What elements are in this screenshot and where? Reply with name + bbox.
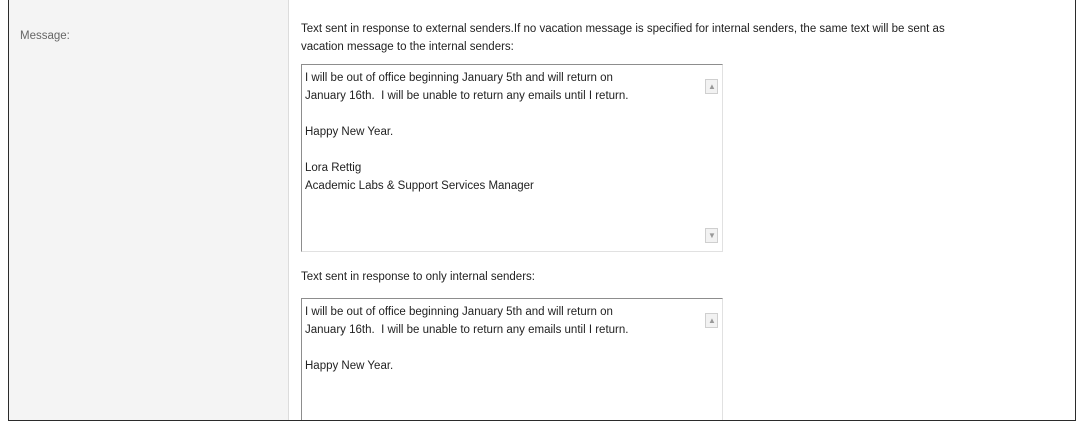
message-label: Message:	[20, 30, 70, 42]
internal-senders-description: Text sent in response to only internal s…	[301, 271, 535, 283]
external-description-line1: Text sent in response to external sender…	[301, 23, 945, 35]
message-content-column: Text sent in response to external sender…	[297, 0, 1075, 420]
internal-message-textarea[interactable]: I will be out of office beginning Januar…	[301, 298, 723, 420]
external-scroll-down-button[interactable]: ▼	[705, 228, 718, 243]
external-description-line2: vacation message to the internal senders…	[301, 41, 514, 53]
scroll-down-arrow-icon: ▼	[708, 231, 716, 240]
external-message-textarea[interactable]: I will be out of office beginning Januar…	[301, 64, 723, 252]
external-scroll-up-button[interactable]: ▲	[705, 79, 718, 94]
scroll-up-arrow-icon: ▲	[708, 82, 716, 91]
label-column: Message:	[9, 0, 289, 420]
internal-scroll-up-button[interactable]: ▲	[705, 313, 718, 328]
scroll-up-arrow-icon: ▲	[708, 316, 716, 325]
external-senders-description: Text sent in response to external sender…	[301, 20, 1075, 56]
external-message-text[interactable]: I will be out of office beginning Januar…	[305, 69, 700, 195]
vacation-message-form: Message: Text sent in response to extern…	[8, 0, 1076, 421]
internal-message-text[interactable]: I will be out of office beginning Januar…	[305, 303, 700, 375]
